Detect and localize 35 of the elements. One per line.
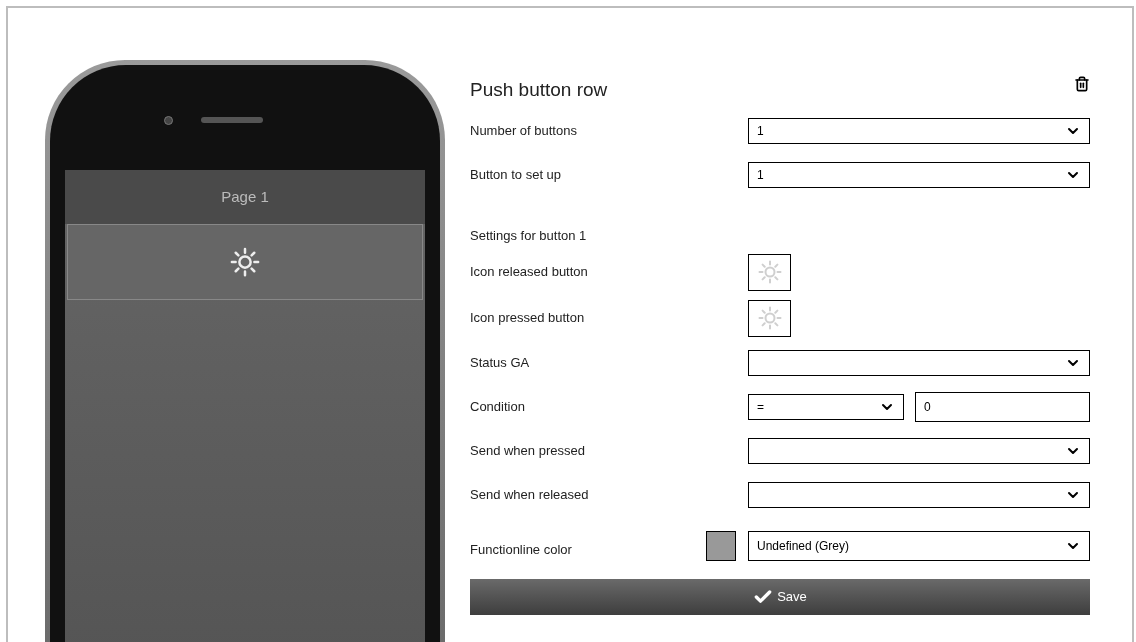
dropdown[interactable]: 1 (748, 162, 1090, 188)
sun-icon (757, 306, 782, 330)
dropdown[interactable]: = (748, 394, 904, 420)
dropdown[interactable]: 1 (748, 118, 1090, 144)
field-label: Condition (470, 398, 526, 417)
dropdown[interactable]: Undefined (Grey) (748, 531, 1090, 561)
field-label: Send when pressed (470, 442, 586, 461)
field-label: Number of buttons (470, 122, 578, 141)
dropdown[interactable] (748, 350, 1090, 376)
dropdown-value: 1 (757, 123, 764, 140)
color-swatch[interactable] (706, 531, 736, 561)
save-button[interactable]: Save (470, 579, 1090, 615)
dropdown[interactable] (748, 482, 1090, 508)
field-label: Functionline color (470, 540, 573, 559)
panel-title: Push button row (470, 77, 608, 102)
section-heading: Settings for button 1 (470, 226, 587, 245)
trash-icon[interactable] (1074, 76, 1090, 92)
page-title: Page 1 (221, 186, 269, 207)
icon-picker[interactable] (748, 253, 791, 291)
dropdown-value: Undefined (Grey) (757, 538, 850, 555)
input-value: 0 (924, 399, 931, 416)
field-label: Icon pressed button (470, 309, 586, 328)
sun-icon (230, 247, 260, 277)
field-label: Icon released button (470, 263, 589, 282)
dropdown-value: 1 (757, 167, 764, 184)
sun-icon (757, 260, 782, 284)
field-label: Status GA (470, 354, 531, 373)
field-label: Button to set up (470, 166, 563, 185)
camera-icon (163, 115, 173, 125)
icon-picker[interactable] (748, 299, 791, 337)
input-field[interactable]: 0 (915, 392, 1090, 422)
speaker-grille (200, 117, 263, 123)
field-label: Send when released (470, 486, 590, 505)
dropdown[interactable] (748, 438, 1090, 464)
dropdown-value: = (757, 399, 764, 416)
